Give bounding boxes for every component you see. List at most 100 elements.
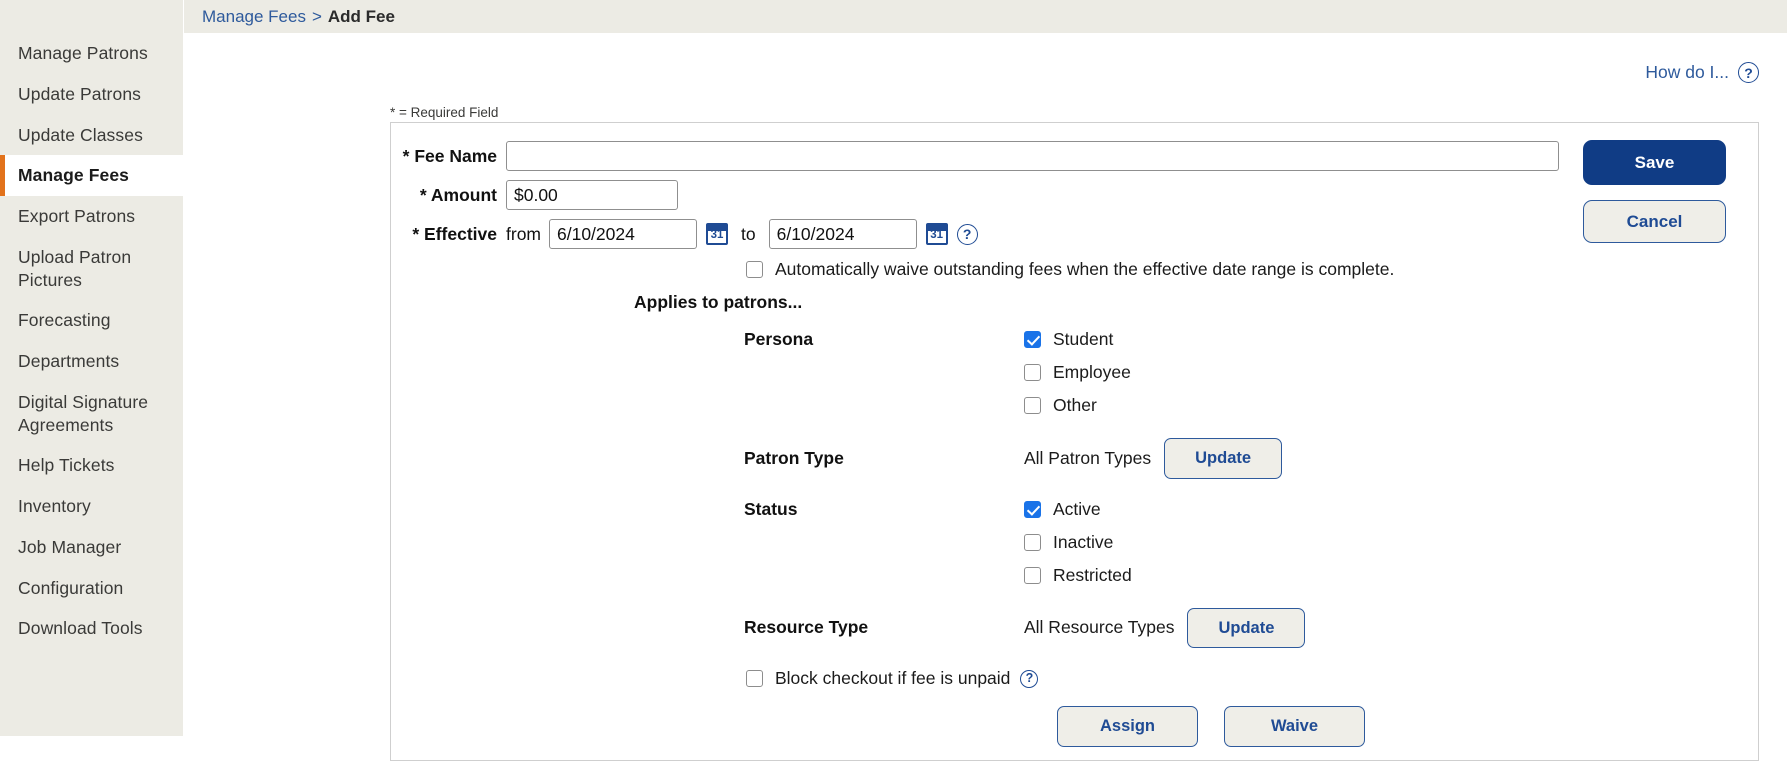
persona-employee-label: Employee — [1053, 362, 1131, 382]
sidebar-item-manage-fees[interactable]: Manage Fees — [0, 155, 183, 196]
amount-input[interactable] — [506, 180, 678, 210]
effective-help-icon[interactable]: ? — [956, 223, 978, 245]
sidebar-item-configuration[interactable]: Configuration — [0, 568, 183, 609]
sidebar-item-departments[interactable]: Departments — [0, 341, 183, 382]
breadcrumb-link-manage-fees[interactable]: Manage Fees — [202, 7, 306, 27]
how-do-i-link[interactable]: How do I... ? — [1645, 62, 1759, 83]
auto-waive-checkbox[interactable] — [746, 261, 763, 278]
fee-name-input[interactable] — [506, 141, 1559, 171]
status-label: Status — [744, 498, 798, 519]
status-options: Active Inactive Restricted — [1024, 499, 1132, 586]
status-inactive-label: Inactive — [1053, 531, 1114, 552]
cancel-button[interactable]: Cancel — [1583, 200, 1726, 243]
status-active-label: Active — [1053, 498, 1101, 519]
sidebar-item-inventory[interactable]: Inventory — [0, 486, 183, 527]
sidebar-item-upload-patron-pictures[interactable]: Upload Patron Pictures — [0, 237, 183, 301]
sidebar-item-export-patrons[interactable]: Export Patrons — [0, 196, 183, 237]
sidebar-item-label: Download Tools — [18, 618, 143, 639]
status-inactive-checkbox[interactable] — [1024, 533, 1041, 551]
status-option-inactive: Inactive — [1024, 532, 1132, 553]
main-content: Manage Fees > Add Fee How do I... ? * = … — [184, 0, 1787, 773]
persona-option-other: Other — [1024, 395, 1131, 416]
effective-from-label: from — [506, 223, 541, 244]
sidebar-item-job-manager[interactable]: Job Manager — [0, 527, 183, 568]
persona-student-checkbox[interactable] — [1024, 331, 1041, 348]
field-row-fee-name: * Fee Name — [391, 141, 1758, 171]
persona-option-student: Student — [1024, 329, 1131, 350]
breadcrumb: Manage Fees > Add Fee — [184, 0, 1787, 33]
effective-to-input[interactable] — [768, 219, 917, 249]
persona-option-employee: Employee — [1024, 362, 1131, 383]
persona-other-checkbox[interactable] — [1024, 397, 1041, 414]
save-button[interactable]: Save — [1583, 140, 1726, 185]
auto-waive-label: Automatically waive outstanding fees whe… — [775, 259, 1395, 279]
sidebar-item-label: Job Manager — [18, 536, 122, 557]
sidebar-item-label: Inventory — [18, 496, 91, 516]
how-do-i-label: How do I... — [1645, 62, 1729, 82]
sidebar-item-label: Help Tickets — [18, 455, 115, 476]
resource-type-update-button[interactable]: Update — [1187, 607, 1306, 648]
fee-name-label: * Fee Name — [402, 145, 497, 166]
waive-button[interactable]: Waive — [1224, 706, 1365, 747]
calendar-icon-glyph: 31 — [930, 229, 943, 241]
required-field-note: * = Required Field — [390, 105, 499, 120]
block-checkout-label: Block checkout if fee is unpaid — [775, 668, 1011, 688]
sidebar-item-label: Configuration — [18, 577, 124, 598]
assign-button[interactable]: Assign — [1057, 706, 1198, 747]
applies-to-patrons-title: Applies to patrons... — [634, 292, 803, 312]
sidebar-item-label: Update Patrons — [18, 83, 142, 104]
field-row-amount: * Amount — [391, 180, 1758, 210]
sidebar-item-label: Digital Signature Agreements — [18, 391, 149, 435]
patron-type-update-button[interactable]: Update — [1164, 438, 1283, 479]
persona-options: Student Employee Other — [1024, 329, 1131, 416]
resource-type-group: Resource Type All Resource Types Update — [744, 607, 1758, 648]
amount-label: * Amount — [419, 184, 497, 205]
application-window: Manage Patrons Update Patrons Update Cla… — [0, 0, 1787, 773]
persona-group: Persona Student Employee Other — [744, 329, 1758, 416]
auto-waive-row: Automatically waive outstanding fees whe… — [746, 259, 1758, 280]
status-group: Status Active Inactive Restricted — [744, 499, 1758, 586]
status-option-active: Active — [1024, 499, 1132, 520]
field-row-effective: * Effective from 31 to 31 ? — [391, 219, 1758, 249]
add-fee-form: * Fee Name * Amount * Effective from 31 … — [391, 123, 1758, 760]
sidebar-item-label: Upload Patron Pictures — [18, 246, 132, 290]
status-active-checkbox[interactable] — [1024, 500, 1041, 518]
block-checkout-checkbox[interactable] — [746, 670, 763, 687]
effective-from-input[interactable] — [549, 219, 697, 249]
persona-label: Persona — [744, 329, 814, 349]
patron-type-label: Patron Type — [744, 447, 844, 468]
sidebar-item-label: Manage Fees — [18, 165, 130, 186]
block-checkout-row: Block checkout if fee is unpaid ? — [746, 668, 1758, 689]
patron-type-group: Patron Type All Patron Types Update — [744, 438, 1758, 479]
sidebar-item-update-classes[interactable]: Update Classes — [0, 115, 183, 156]
resource-type-label: Resource Type — [744, 617, 869, 638]
calendar-icon[interactable]: 31 — [706, 223, 728, 245]
sidebar-item-label: Forecasting — [18, 310, 111, 331]
persona-employee-checkbox[interactable] — [1024, 364, 1041, 381]
sidebar-item-label: Export Patrons — [18, 206, 136, 226]
sidebar-item-manage-patrons[interactable]: Manage Patrons — [0, 33, 183, 74]
status-option-restricted: Restricted — [1024, 565, 1132, 586]
breadcrumb-separator: > — [311, 6, 322, 26]
sidebar-navigation: Manage Patrons Update Patrons Update Cla… — [0, 0, 184, 773]
resource-type-value: All Resource Types — [1024, 617, 1175, 638]
sidebar-item-forecasting[interactable]: Forecasting — [0, 300, 183, 341]
sidebar-item-download-tools[interactable]: Download Tools — [0, 608, 183, 649]
add-fee-form-panel: * Fee Name * Amount * Effective from 31 … — [390, 122, 1759, 761]
sidebar-item-digital-signature-agreements[interactable]: Digital Signature Agreements — [0, 382, 183, 446]
block-checkout-help-icon[interactable]: ? — [1020, 669, 1039, 688]
persona-student-label: Student — [1053, 329, 1114, 349]
sidebar-item-help-tickets[interactable]: Help Tickets — [0, 445, 183, 486]
patron-type-value: All Patron Types — [1024, 447, 1152, 468]
status-restricted-checkbox[interactable] — [1024, 566, 1041, 584]
persona-other-label: Other — [1053, 395, 1097, 415]
question-circle-icon[interactable]: ? — [1738, 62, 1759, 83]
sidebar-item-label: Update Classes — [18, 124, 143, 145]
form-action-buttons: Assign Waive — [1057, 706, 1758, 747]
calendar-icon[interactable]: 31 — [925, 223, 948, 245]
sidebar-item-label: Departments — [18, 351, 120, 371]
status-restricted-label: Restricted — [1053, 564, 1132, 585]
sidebar-item-update-patrons[interactable]: Update Patrons — [0, 74, 183, 115]
effective-to-label: to — [741, 223, 756, 244]
breadcrumb-current-add-fee: Add Fee — [327, 6, 395, 26]
